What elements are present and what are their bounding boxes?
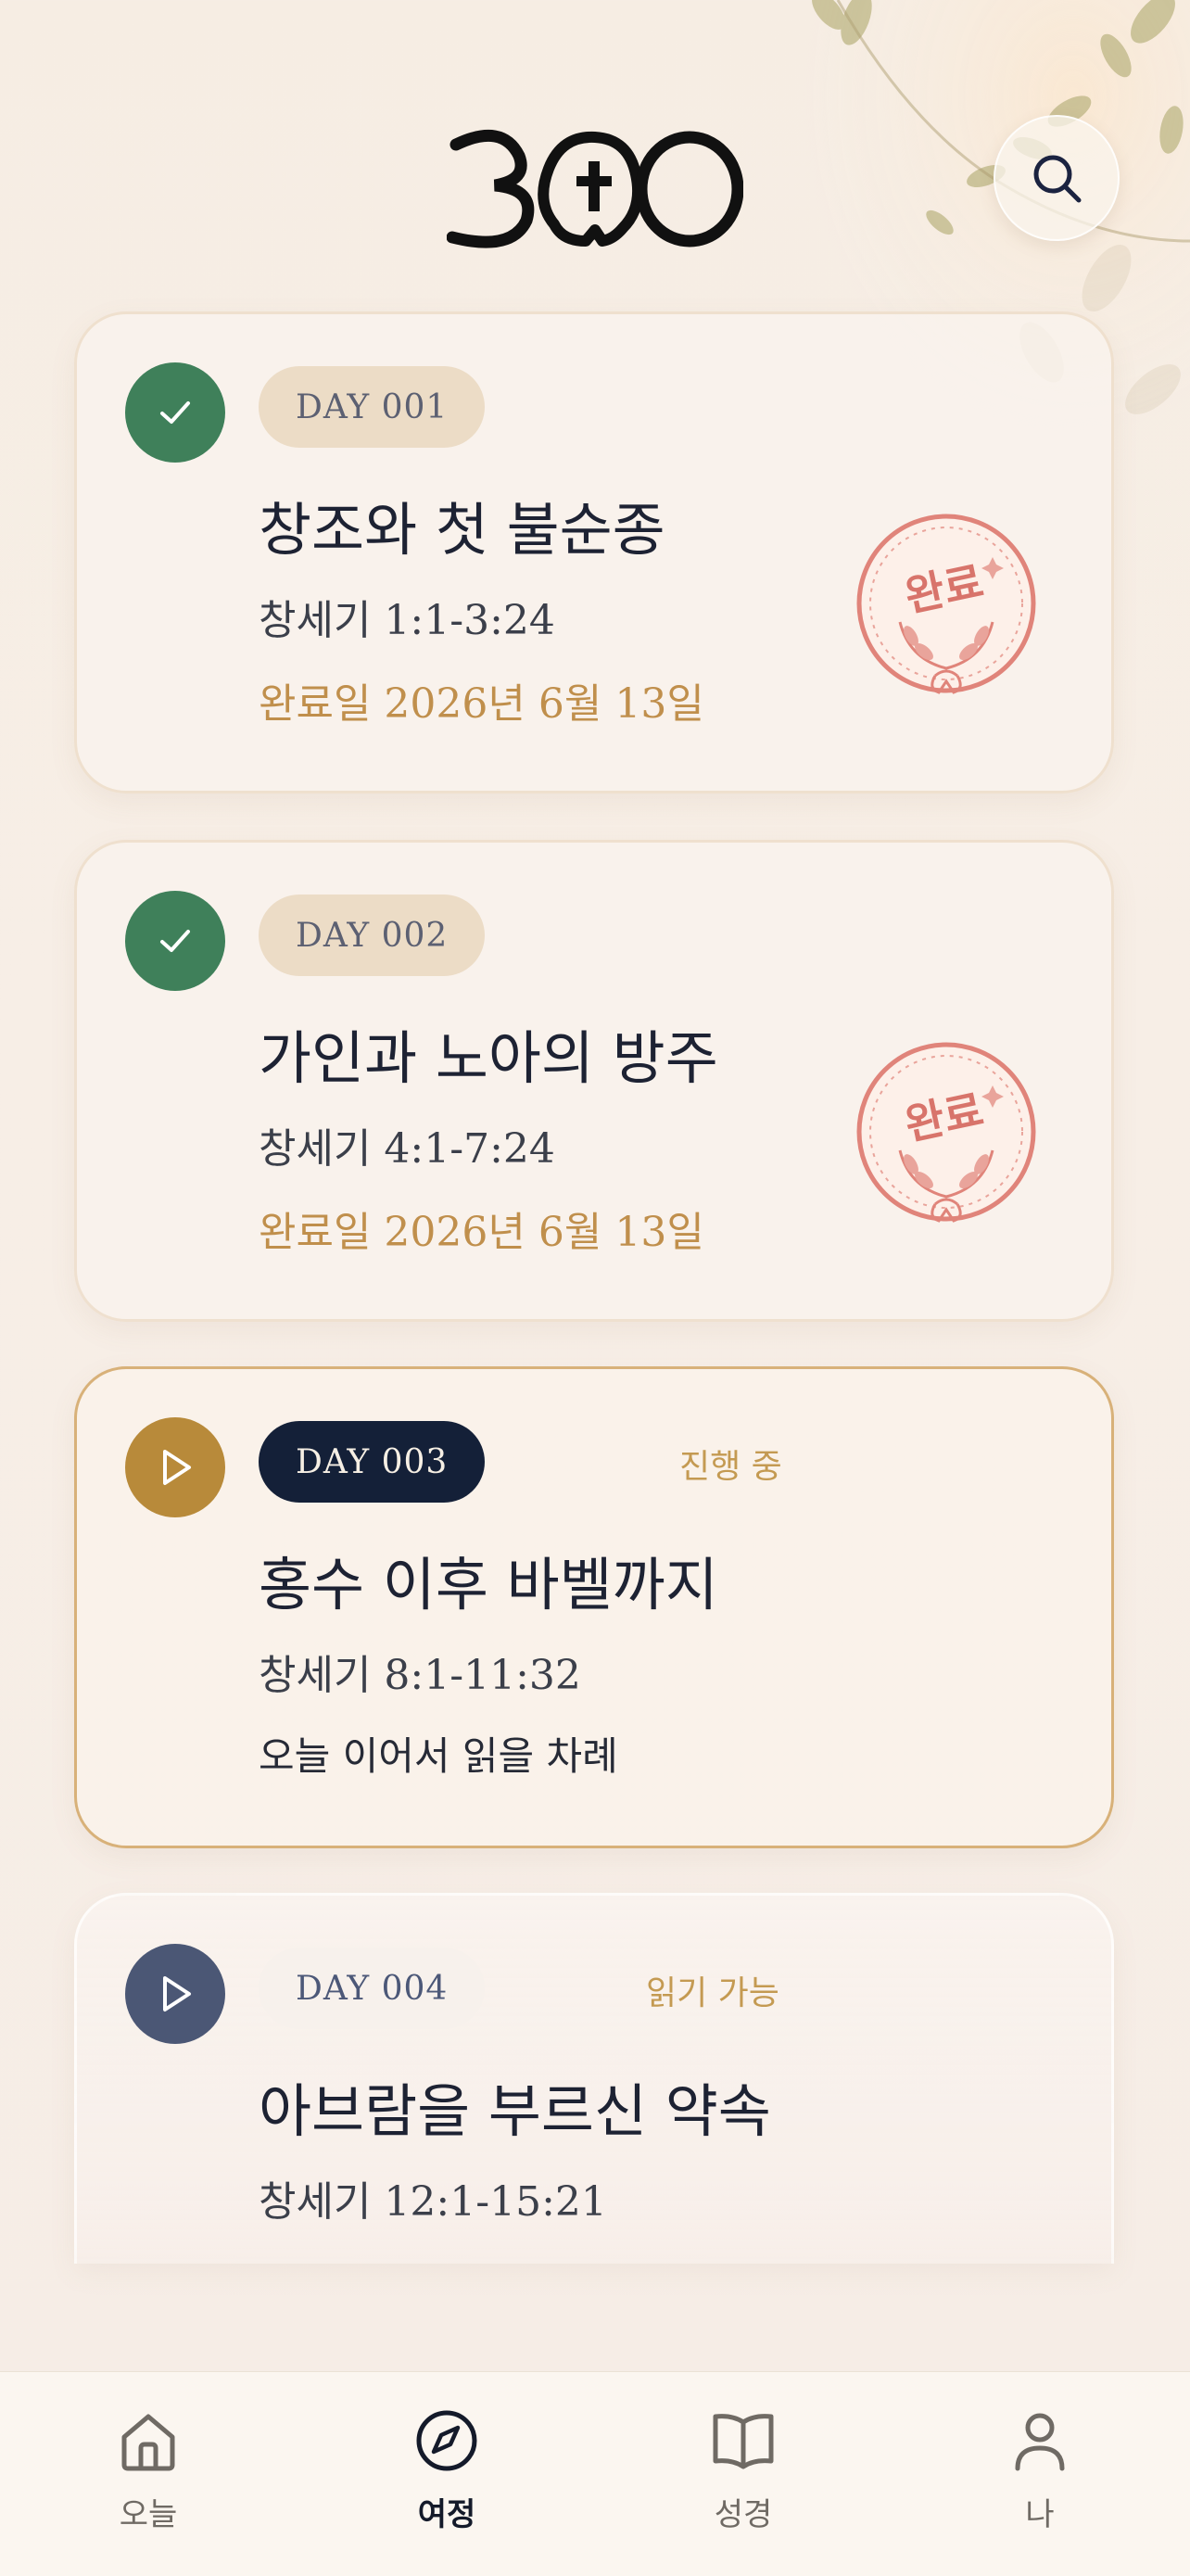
reading-card-active[interactable]: DAY 003 진행 중 홍수 이후 바벨까지 창세기 8:1-11:32 오늘…	[74, 1366, 1114, 1848]
status-label: 읽기 가능	[646, 1974, 779, 2012]
reading-card[interactable]: DAY 001 창조와 첫 불순종 창세기 1:1-3:24 완료일 2026년…	[74, 311, 1114, 793]
search-button[interactable]	[994, 115, 1120, 241]
scripture-reference: 창세기 1:1-3:24	[259, 597, 555, 644]
reading-note: 오늘 이어서 읽을 차례	[259, 1733, 618, 1779]
status-label: 진행 중	[679, 1448, 782, 1486]
scripture-reference: 창세기 4:1-7:24	[259, 1125, 555, 1173]
completed-stamp: 완료	[856, 514, 1036, 694]
play-icon[interactable]	[125, 1417, 225, 1517]
tab-label: 여정	[417, 2496, 476, 2533]
scripture-reference: 창세기 12:1-15:21	[259, 2178, 607, 2226]
tab-today[interactable]: 오늘	[65, 2407, 232, 2534]
bottom-tab-bar: 오늘 여정 성경 나	[0, 2371, 1190, 2576]
tab-label: 성경	[714, 2496, 773, 2533]
tab-journey[interactable]: 여정	[363, 2407, 530, 2534]
scripture-reference: 창세기 8:1-11:32	[259, 1652, 581, 1699]
play-icon[interactable]	[125, 1944, 225, 2044]
completed-check-icon	[125, 891, 225, 991]
reading-title: 가인과 노아의 방주	[259, 1024, 718, 1092]
reading-title: 홍수 이후 바벨까지	[259, 1551, 718, 1618]
reading-title: 아브람을 부르신 약속	[259, 2077, 771, 2145]
reading-card[interactable]: DAY 002 가인과 노아의 방주 창세기 4:1-7:24 완료일 2026…	[74, 840, 1114, 1322]
tab-label: 나	[1025, 2496, 1055, 2533]
completion-date: 완료일 2026년 6월 13일	[259, 680, 704, 728]
day-badge: DAY 003	[259, 1421, 486, 1503]
tab-label: 오늘	[119, 2496, 178, 2533]
completed-stamp: 완료	[856, 1042, 1036, 1223]
completed-check-icon	[125, 362, 225, 463]
reading-title: 창조와 첫 불순종	[259, 496, 665, 564]
day-badge: DAY 002	[259, 895, 486, 976]
day-badge: DAY 001	[259, 366, 486, 448]
home-icon	[121, 2414, 175, 2471]
search-icon	[1033, 155, 1082, 203]
compass-icon	[416, 2410, 477, 2471]
scroll-fade	[0, 2243, 1190, 2373]
tab-me[interactable]: 나	[956, 2407, 1123, 2534]
reading-card[interactable]: DAY 004 읽기 가능 아브람을 부르신 약속 창세기 12:1-15:21	[74, 1893, 1114, 2264]
person-icon	[1015, 2413, 1065, 2471]
completion-date: 완료일 2026년 6월 13일	[259, 1209, 704, 1256]
tab-bible[interactable]: 성경	[660, 2407, 827, 2534]
book-icon	[713, 2414, 774, 2469]
app-logo: 300	[447, 129, 743, 248]
day-badge: DAY 004	[259, 1948, 486, 2029]
